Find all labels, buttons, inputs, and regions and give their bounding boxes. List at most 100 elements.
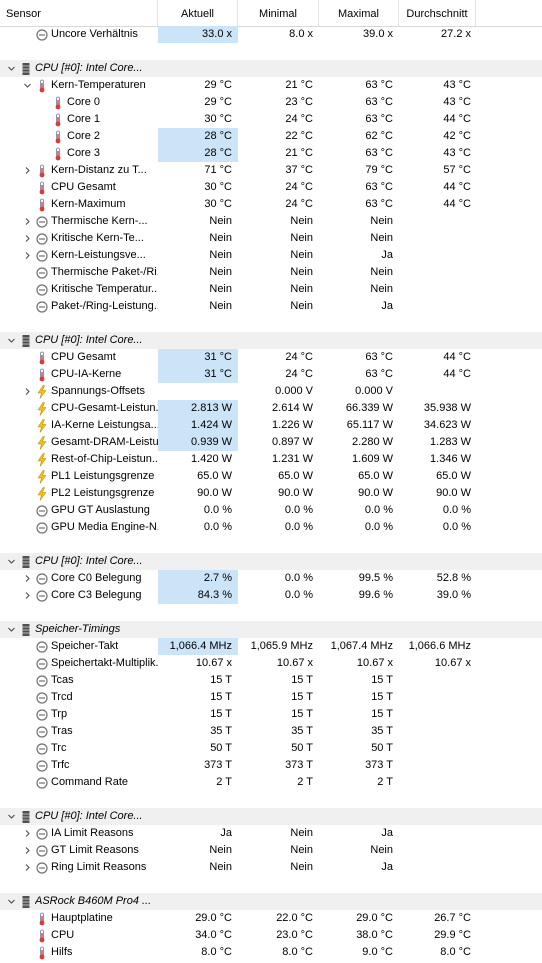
expand-chevron-icon[interactable] [22, 383, 33, 400]
header-average[interactable]: Durchschnitt [399, 0, 476, 26]
sensor-row[interactable]: GPU Media Engine-N... 0.0 % 0.0 % 0.0 % 0.0 … [0, 519, 542, 536]
sensor-group-row[interactable]: ASRock B460M Pro4 ... [0, 893, 542, 910]
lightning-icon [35, 486, 49, 501]
sensor-row[interactable]: Ring Limit Reasons Nein Nein Ja [0, 859, 542, 876]
sensor-row[interactable]: CPU 34.0 °C 23.0 °C 38.0 °C 29.9 °C [0, 927, 542, 944]
collapse-chevron-icon[interactable] [6, 893, 17, 910]
average-value [399, 553, 476, 570]
expand-chevron-icon[interactable] [22, 162, 33, 179]
sensor-row[interactable]: Thermische Kern-... Nein Nein Nein [0, 213, 542, 230]
collapse-chevron-icon[interactable] [6, 621, 17, 638]
sensor-group-row[interactable]: CPU [#0]: Intel Core... [0, 553, 542, 570]
sensor-row[interactable]: Trp 15 T 15 T 15 T [0, 706, 542, 723]
thermometer-icon [35, 181, 49, 195]
collapse-chevron-icon[interactable] [6, 808, 17, 825]
clock-icon [35, 827, 49, 841]
expand-chevron-icon[interactable] [22, 230, 33, 247]
sensor-row[interactable]: Gesamt-DRAM-Leistung0.939 W 0.897 W 2.280 … [0, 434, 542, 451]
current-value: 34.0 °C [195, 929, 232, 941]
collapse-chevron-icon[interactable] [6, 553, 17, 570]
minimum-value: 24 °C [285, 198, 313, 210]
sensor-row[interactable]: Hilfs 8.0 °C 8.0 °C 9.0 °C 8.0 °C [0, 944, 542, 961]
sensor-row[interactable]: Speicher-Takt 1,066.4 MHz 1,065.9 MHz 1,067… [0, 638, 542, 655]
sensor-row[interactable]: Command Rate 2 T 2 T 2 T [0, 774, 542, 791]
current-value: 35 T [210, 725, 232, 737]
sensor-row[interactable]: Trc 50 T 50 T 50 T [0, 740, 542, 757]
sensor-row[interactable]: Thermische Paket-/Ri... Nein Nein Nein [0, 264, 542, 281]
sensor-row[interactable]: CPU Gesamt 30 °C 24 °C 63 °C 44 °C [0, 179, 542, 196]
clock-icon [35, 589, 49, 603]
sensor-row[interactable]: Core C3 Belegung 84.3 % 0.0 % 99.6 % 39.0 % [0, 587, 542, 604]
sensor-row[interactable]: Paket-/Ring-Leistung... Nein Nein Ja [0, 298, 542, 315]
expand-chevron-icon[interactable] [22, 587, 33, 604]
sensor-row[interactable]: Rest-of-Chip-Leistun... 1.420 W 1.231 W 1.6… [0, 451, 542, 468]
sensor-row[interactable]: Kritische Temperatur... Nein Nein Nein [0, 281, 542, 298]
sensor-row[interactable]: Trcd 15 T 15 T 15 T [0, 689, 542, 706]
sensor-row[interactable]: CPU Gesamt 31 °C 24 °C 63 °C 44 °C [0, 349, 542, 366]
sensor-row[interactable]: Core 3 28 °C 21 °C 63 °C 43 °C [0, 145, 542, 162]
sensor-row[interactable]: GPU GT Auslastung 0.0 % 0.0 % 0.0 % 0.0 % [0, 502, 542, 519]
expand-chevron-icon[interactable] [22, 825, 33, 842]
sensor-row[interactable]: CPU-IA-Kerne 31 °C 24 °C 63 °C 44 °C [0, 366, 542, 383]
expander-placeholder [22, 366, 33, 383]
sensor-group-row[interactable]: CPU [#0]: Intel Core... [0, 808, 542, 825]
minimum-value [238, 332, 319, 349]
sensor-row[interactable]: Kern-Maximum 30 °C 24 °C 63 °C 44 °C [0, 196, 542, 213]
expander-placeholder [22, 468, 33, 485]
average-value: 39.0 % [436, 589, 471, 601]
collapse-chevron-icon[interactable] [6, 332, 17, 349]
expand-chevron-icon[interactable] [22, 213, 33, 230]
maximum-value: 1.609 W [352, 453, 393, 465]
current-value [158, 332, 238, 349]
sensor-row[interactable]: Kern-Distanz zu T... 71 °C 37 °C 79 °C 57 °C [0, 162, 542, 179]
header-sensor[interactable]: Sensor [0, 0, 158, 26]
sensor-row[interactable]: Core 0 29 °C 23 °C 63 °C 43 °C [0, 94, 542, 111]
sensor-row[interactable]: Kritische Kern-Te... Nein Nein Nein [0, 230, 542, 247]
header-minimum[interactable]: Minimal [238, 0, 319, 26]
minimum-value: 0.000 V [275, 385, 313, 397]
expand-chevron-icon[interactable] [22, 842, 33, 859]
sensor-row[interactable]: Core 2 28 °C 22 °C 62 °C 42 °C [0, 128, 542, 145]
sensor-row[interactable]: IA Limit Reasons Ja Nein Ja [0, 825, 542, 842]
sensor-row[interactable]: Uncore Verhältnis 33.0 x 8.0 x 39.0 x 27.2 x [0, 26, 542, 43]
minimum-value: 24 °C [285, 351, 313, 363]
sensor-row[interactable]: Tcas 15 T 15 T 15 T [0, 672, 542, 689]
expander-placeholder [22, 672, 33, 689]
current-value: Nein [209, 215, 232, 227]
collapse-chevron-icon[interactable] [6, 60, 17, 77]
thermometer-icon [51, 96, 65, 110]
clock-icon [35, 28, 49, 42]
average-value: 90.0 W [436, 487, 471, 499]
sensor-row[interactable]: IA-Kerne Leistungsa... 1.424 W 1.226 W 65.1… [0, 417, 542, 434]
sensor-row[interactable]: Kern-Temperaturen 29 °C 21 °C 63 °C 43 °C [0, 77, 542, 94]
expand-chevron-icon[interactable] [22, 859, 33, 876]
sensor-row[interactable]: Kern-Leistungsve... Nein Nein Ja [0, 247, 542, 264]
sensor-row[interactable]: Core C0 Belegung 2.7 % 0.0 % 99.5 % 52.8 % [0, 570, 542, 587]
sensor-row[interactable]: GT Limit Reasons Nein Nein Nein [0, 842, 542, 859]
sensor-group-row[interactable]: CPU [#0]: Intel Core... [0, 332, 542, 349]
sensor-group-row[interactable]: CPU [#0]: Intel Core... [0, 60, 542, 77]
sensor-row[interactable]: Trfc 373 T 373 T 373 T [0, 757, 542, 774]
sensor-row[interactable]: Spannungs-Offsets 0.000 V 0.000 V [0, 383, 542, 400]
header-maximum[interactable]: Maximal [319, 0, 399, 26]
sensor-row[interactable]: PL1 Leistungsgrenze 65.0 W 65.0 W 65.0 W 65.… [0, 468, 542, 485]
expand-chevron-icon[interactable] [22, 570, 33, 587]
sensor-row[interactable]: Tras 35 T 35 T 35 T [0, 723, 542, 740]
sensor-row[interactable]: PL2 Leistungsgrenze 90.0 W 90.0 W 90.0 W 90.… [0, 485, 542, 502]
sensor-name-cell: Speicher-Takt [0, 638, 158, 655]
expander-placeholder [22, 502, 33, 519]
minimum-value: 50 T [291, 742, 313, 754]
sensor-row[interactable]: Speichertakt-Multiplik... 10.67 x 10.67 x 1… [0, 655, 542, 672]
sensor-row[interactable]: Core 1 30 °C 24 °C 63 °C 44 °C [0, 111, 542, 128]
minimum-value: 0.0 % [284, 521, 313, 533]
collapse-chevron-icon[interactable] [22, 77, 33, 94]
sensor-row[interactable]: Hauptplatine 29.0 °C 22.0 °C 29.0 °C 26.7 °C [0, 910, 542, 927]
clock-icon [35, 844, 49, 858]
sensor-row[interactable]: CPU-Gesamt-Leistun... 2.813 W 2.614 W 66.33… [0, 400, 542, 417]
current-value [158, 383, 238, 400]
current-value [158, 60, 238, 77]
header-current[interactable]: Aktuell [158, 0, 238, 26]
average-value [399, 672, 476, 689]
expand-chevron-icon[interactable] [22, 247, 33, 264]
sensor-group-row[interactable]: Speicher-Timings [0, 621, 542, 638]
